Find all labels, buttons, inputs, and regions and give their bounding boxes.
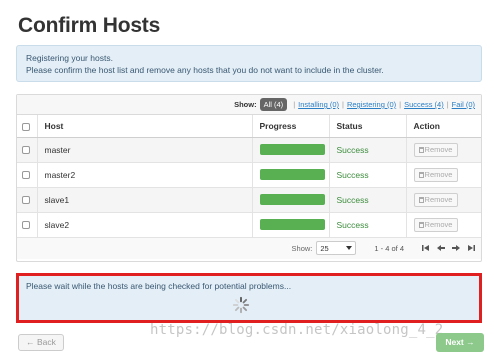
header-status: Status bbox=[329, 115, 407, 138]
filter-separator: | bbox=[342, 100, 344, 109]
action-cell: Remove bbox=[406, 162, 481, 188]
progress-bar bbox=[259, 144, 325, 155]
filter-registering[interactable]: Registering (0) bbox=[347, 100, 396, 109]
table-row: slave1 Success Remove bbox=[17, 187, 481, 213]
filter-label: Show: bbox=[234, 100, 257, 109]
progress-fill bbox=[259, 194, 325, 205]
progress-bar bbox=[259, 169, 325, 180]
filter-separator: | bbox=[446, 100, 449, 109]
row-checkbox[interactable] bbox=[22, 171, 30, 180]
progress-fill bbox=[259, 144, 325, 155]
page-size-select[interactable]: 25 bbox=[316, 241, 357, 255]
remove-button[interactable]: Remove bbox=[413, 142, 458, 157]
host-status: Success bbox=[329, 137, 407, 163]
row-checkbox[interactable] bbox=[22, 196, 30, 205]
trash-icon bbox=[418, 146, 424, 153]
header-action: Action bbox=[406, 115, 481, 138]
host-name: master2 bbox=[37, 162, 253, 188]
pagination-bar: Show: 25 1 - 4 of 4 bbox=[17, 237, 481, 259]
trash-icon bbox=[418, 221, 424, 228]
table-row: master2 Success Remove bbox=[17, 162, 481, 188]
row-check-cell bbox=[17, 162, 38, 188]
page-size-value: 25 bbox=[320, 243, 329, 253]
info-line-2: Please confirm the host list and remove … bbox=[26, 65, 384, 75]
host-name: slave1 bbox=[37, 187, 253, 213]
header-host: Host bbox=[37, 115, 253, 138]
registration-info-box: Registering your hosts. Please confirm t… bbox=[16, 45, 482, 82]
host-checks-box: Please wait while the hosts are being ch… bbox=[16, 273, 482, 323]
prev-page-icon[interactable] bbox=[437, 244, 445, 252]
table-header-row: Host Progress Status Action bbox=[17, 115, 481, 138]
action-cell: Remove bbox=[406, 212, 481, 238]
page-size-label: Show: bbox=[291, 243, 313, 253]
select-all-cell bbox=[17, 115, 38, 138]
remove-label: Remove bbox=[424, 144, 453, 154]
trash-icon bbox=[418, 171, 424, 178]
action-cell: Remove bbox=[406, 187, 481, 213]
progress-cell bbox=[252, 137, 330, 163]
progress-bar bbox=[259, 194, 325, 205]
progress-fill bbox=[259, 219, 325, 230]
filter-fail[interactable]: Fail (0) bbox=[452, 100, 475, 109]
hosts-table: Host Progress Status Action master Succe… bbox=[17, 115, 481, 238]
select-all-checkbox[interactable] bbox=[22, 122, 30, 131]
host-name: slave2 bbox=[37, 212, 253, 238]
filter-installing[interactable]: Installing (0) bbox=[298, 100, 339, 109]
progress-cell bbox=[252, 212, 330, 238]
next-button[interactable]: Next → bbox=[436, 333, 484, 352]
header-progress: Progress bbox=[252, 115, 330, 138]
table-row: master Success Remove bbox=[17, 137, 481, 163]
row-check-cell bbox=[17, 187, 38, 213]
filter-success[interactable]: Success (4) bbox=[404, 100, 444, 109]
table-row: slave2 Success Remove bbox=[17, 212, 481, 238]
filter-bar: Show: All (4) | Installing (0) | Registe… bbox=[17, 95, 481, 115]
first-page-icon[interactable] bbox=[422, 244, 430, 252]
host-checks-message: Please wait while the hosts are being ch… bbox=[26, 281, 292, 291]
filter-all[interactable]: All (4) bbox=[259, 98, 288, 111]
info-line-1: Registering your hosts. bbox=[26, 53, 113, 63]
host-status: Success bbox=[329, 162, 407, 188]
remove-button[interactable]: Remove bbox=[413, 192, 458, 207]
host-name: master bbox=[37, 137, 253, 163]
pager-nav bbox=[422, 244, 475, 252]
progress-cell bbox=[252, 187, 330, 213]
progress-bar bbox=[259, 219, 325, 230]
spinner-icon bbox=[232, 296, 250, 314]
progress-cell bbox=[252, 162, 330, 188]
watermark: https://blog.csdn.net/xiaolong_4_2 bbox=[150, 322, 444, 338]
page-title: Confirm Hosts bbox=[18, 14, 161, 37]
host-status: Success bbox=[329, 212, 407, 238]
progress-fill bbox=[259, 169, 325, 180]
filter-separator: | bbox=[399, 100, 402, 109]
row-check-cell bbox=[17, 212, 38, 238]
next-page-icon[interactable] bbox=[452, 244, 460, 252]
remove-label: Remove bbox=[424, 219, 453, 229]
filter-separator: | bbox=[293, 100, 296, 109]
back-button[interactable]: ← Back bbox=[18, 334, 64, 351]
row-checkbox[interactable] bbox=[22, 146, 30, 155]
remove-button[interactable]: Remove bbox=[413, 217, 458, 232]
trash-icon bbox=[418, 196, 424, 203]
remove-button[interactable]: Remove bbox=[413, 167, 458, 182]
host-status: Success bbox=[329, 187, 407, 213]
last-page-icon[interactable] bbox=[467, 244, 475, 252]
action-cell: Remove bbox=[406, 137, 481, 163]
remove-label: Remove bbox=[424, 194, 453, 204]
hosts-panel: Show: All (4) | Installing (0) | Registe… bbox=[16, 94, 482, 262]
remove-label: Remove bbox=[424, 169, 453, 179]
page-range: 1 - 4 of 4 bbox=[374, 243, 404, 253]
row-check-cell bbox=[17, 137, 38, 163]
caret-down-icon bbox=[346, 246, 353, 250]
row-checkbox[interactable] bbox=[22, 221, 30, 230]
